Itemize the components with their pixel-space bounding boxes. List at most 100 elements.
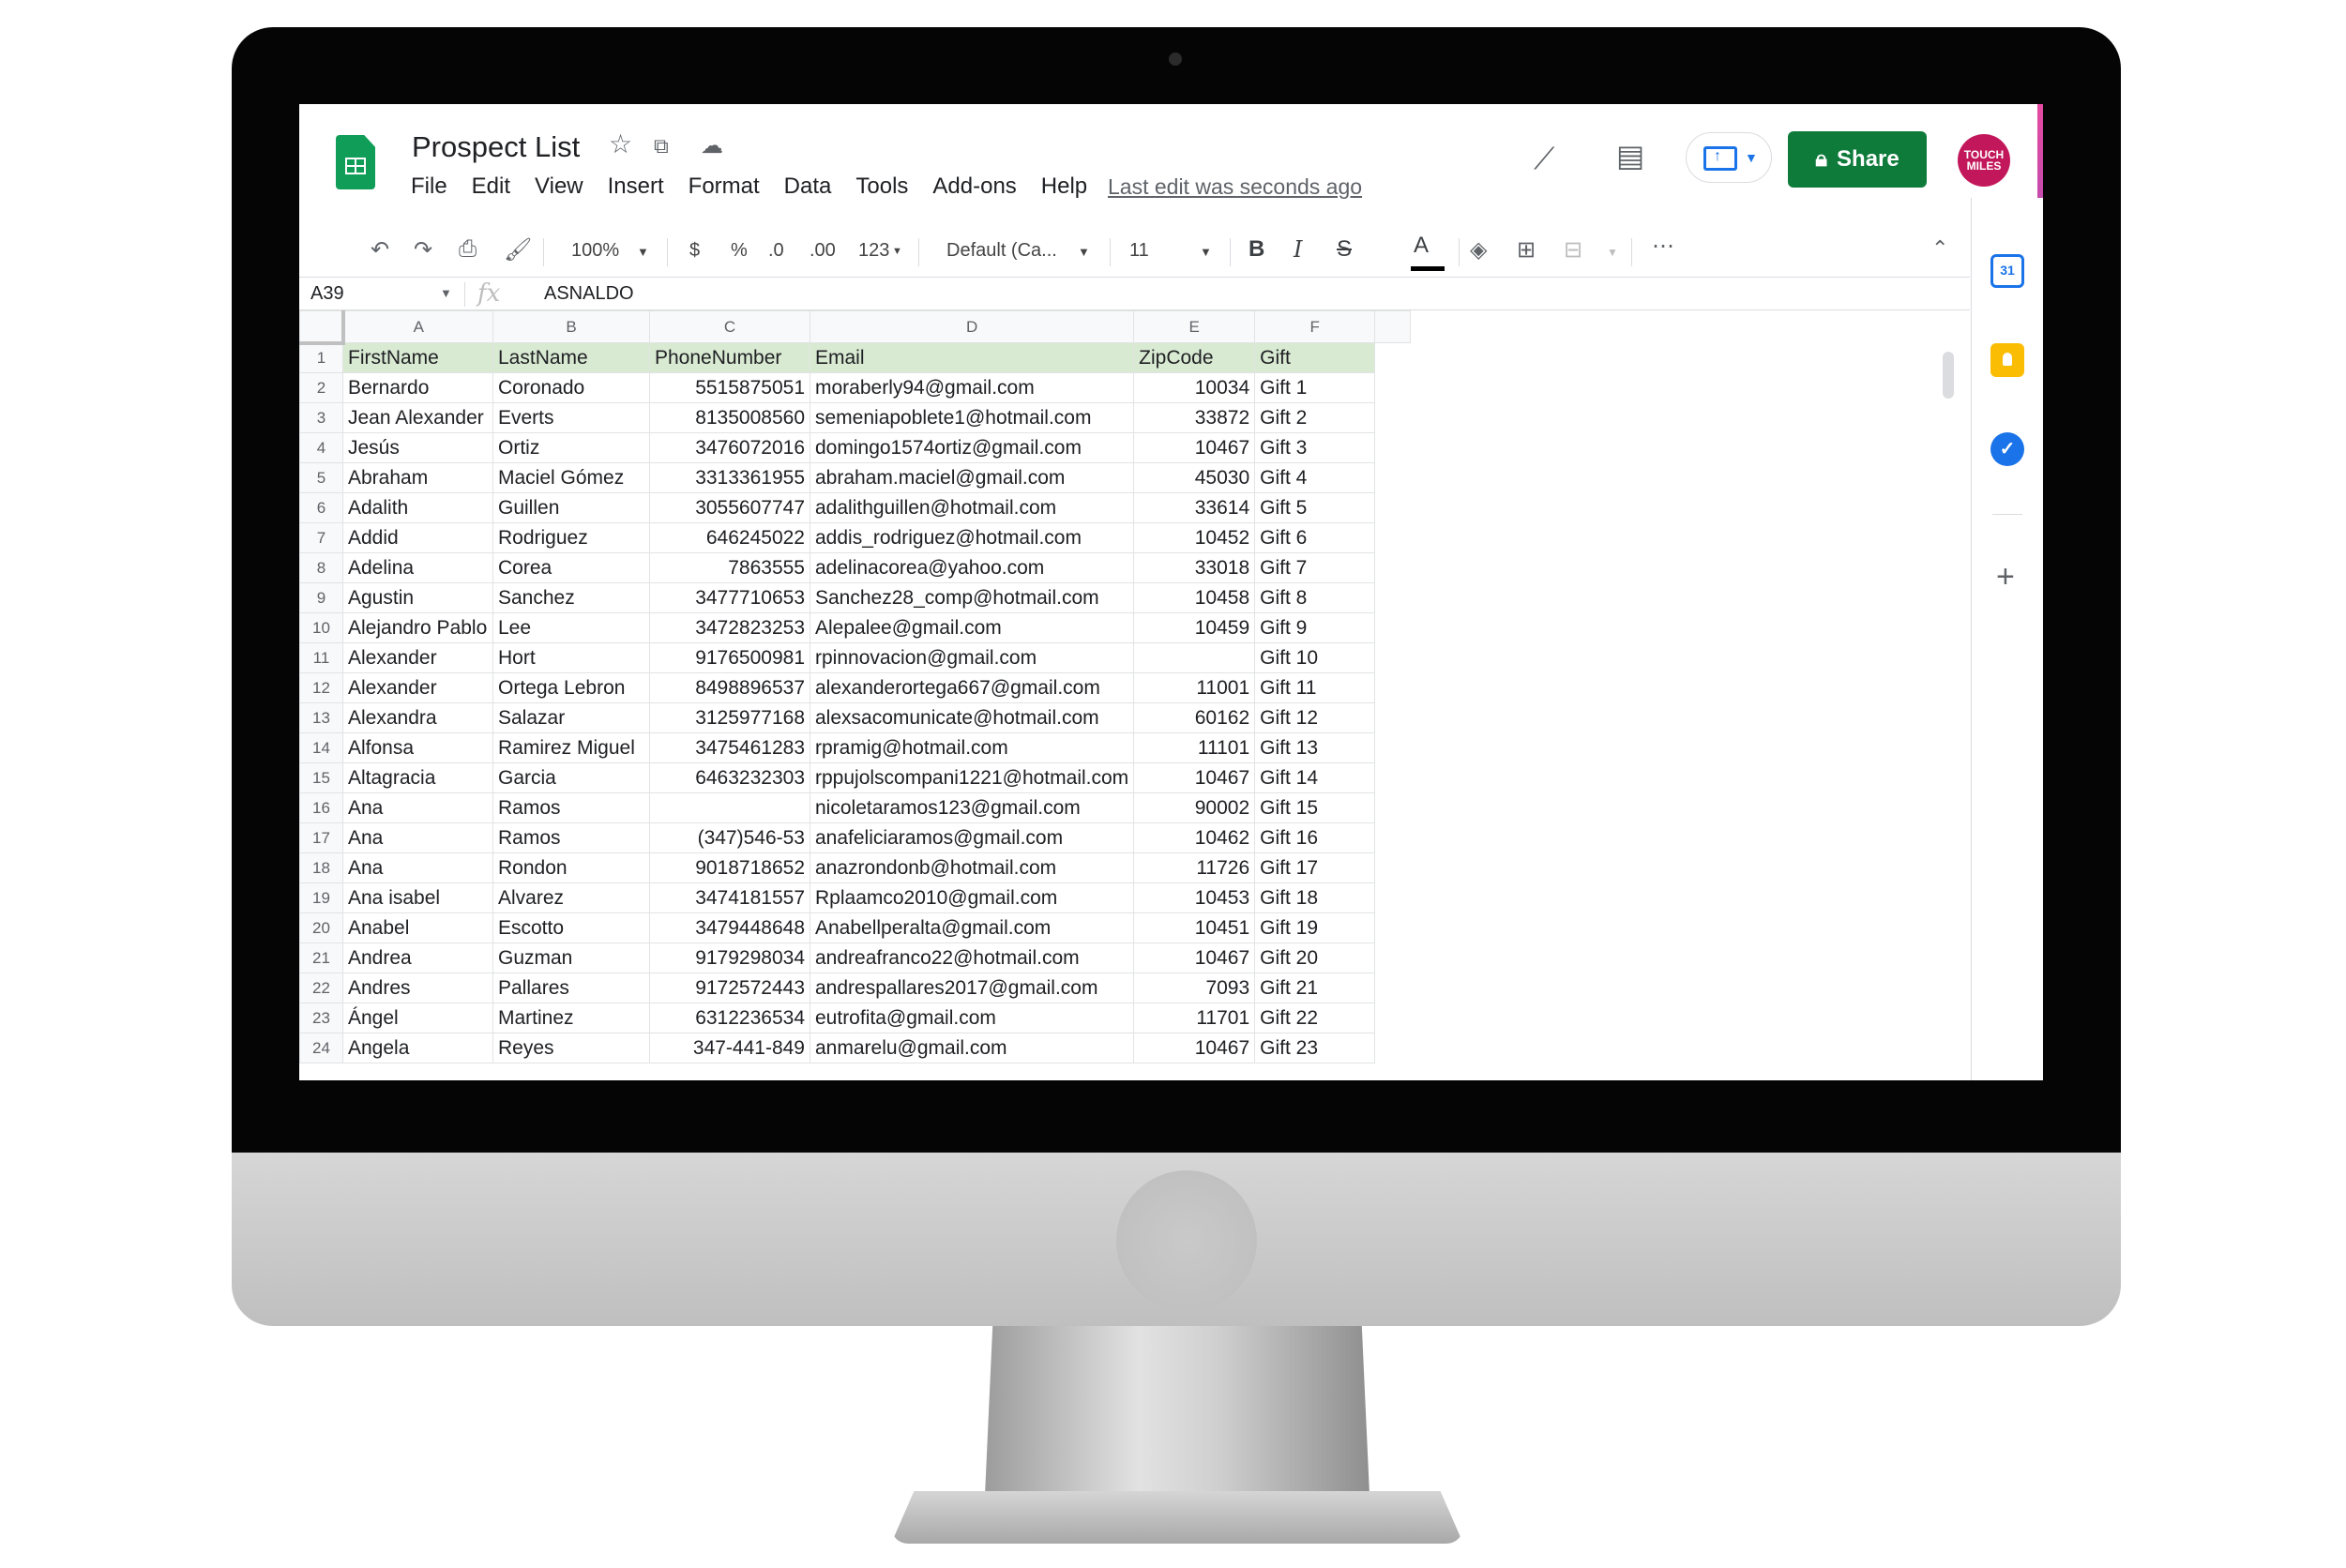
cell[interactable]: Gift 13 [1254, 732, 1376, 763]
cell[interactable]: Gift 23 [1254, 1033, 1376, 1063]
cell[interactable]: Ortiz [492, 432, 650, 463]
cell[interactable]: 11001 [1133, 672, 1256, 703]
cell[interactable]: Adelina [342, 552, 493, 583]
cell[interactable]: Altagracia [342, 762, 493, 793]
cell[interactable]: moraberly94@gmail.com [809, 372, 1135, 403]
cell[interactable]: Alejandro Pablo [342, 612, 493, 643]
cell[interactable]: Garcia [492, 762, 650, 793]
document-title[interactable]: Prospect List [412, 130, 580, 164]
cell[interactable]: 10034 [1133, 372, 1256, 403]
cell[interactable]: andreafranco22@hotmail.com [809, 942, 1135, 973]
cell[interactable]: domingo1574ortiz@gmail.com [809, 432, 1135, 463]
cell[interactable]: 33872 [1133, 402, 1256, 433]
row-number[interactable]: 17 [299, 822, 343, 853]
row-number[interactable]: 10 [299, 612, 343, 643]
cell[interactable]: Alexander [342, 672, 493, 703]
cell[interactable]: Alexander [342, 642, 493, 673]
zoom-select[interactable]: 100% [571, 240, 619, 262]
cell[interactable]: 3479448648 [649, 912, 810, 943]
cell[interactable]: Alvarez [492, 882, 650, 913]
cell[interactable]: Bernardo [342, 372, 493, 403]
add-addon-icon[interactable]: + [1996, 559, 2015, 596]
cell[interactable]: 8498896537 [649, 672, 810, 703]
cell[interactable] [649, 792, 810, 823]
cell[interactable]: Ana [342, 822, 493, 853]
cell[interactable]: Email [809, 342, 1135, 373]
row-number[interactable]: 2 [299, 372, 343, 403]
row-number[interactable]: 6 [299, 492, 343, 523]
cell[interactable]: 33018 [1133, 552, 1256, 583]
cell[interactable]: 9179298034 [649, 942, 810, 973]
cell[interactable]: 45030 [1133, 462, 1256, 493]
cell[interactable]: Angela [342, 1033, 493, 1063]
cell[interactable]: 7863555 [649, 552, 810, 583]
paint-format-icon[interactable]: 🖌︎ [504, 236, 532, 264]
cell[interactable]: 9172572443 [649, 972, 810, 1003]
cell[interactable]: 10451 [1133, 912, 1256, 943]
cell[interactable]: semeniapoblete1@hotmail.com [809, 402, 1135, 433]
cell[interactable]: Gift 15 [1254, 792, 1376, 823]
percent-format-button[interactable]: % [731, 240, 748, 262]
cell[interactable]: Gift 4 [1254, 462, 1376, 493]
cell[interactable]: 10467 [1133, 942, 1256, 973]
keep-icon[interactable] [1990, 343, 2024, 377]
cell[interactable]: Rodriguez [492, 522, 650, 553]
row-number[interactable]: 14 [299, 732, 343, 763]
italic-button[interactable]: I [1294, 236, 1302, 263]
row-number[interactable]: 19 [299, 882, 343, 913]
cell[interactable]: 10462 [1133, 822, 1256, 853]
cell[interactable]: Gift 18 [1254, 882, 1376, 913]
cell[interactable]: Gift 16 [1254, 822, 1376, 853]
cell[interactable]: 60162 [1133, 702, 1256, 733]
font-size-select[interactable]: 11 [1129, 240, 1149, 262]
bold-button[interactable]: B [1249, 236, 1264, 263]
column-header-f[interactable]: F [1254, 310, 1376, 343]
cell[interactable]: 11701 [1133, 1003, 1256, 1033]
cell[interactable]: Corea [492, 552, 650, 583]
cell[interactable]: 3472823253 [649, 612, 810, 643]
cell[interactable]: 10458 [1133, 582, 1256, 613]
cell[interactable]: Alexandra [342, 702, 493, 733]
cell[interactable]: rpramig@hotmail.com [809, 732, 1135, 763]
cell[interactable]: Anabel [342, 912, 493, 943]
cell[interactable]: Agustin [342, 582, 493, 613]
cell[interactable]: 8135008560 [649, 402, 810, 433]
cell[interactable]: Sanchez [492, 582, 650, 613]
cell[interactable]: Andrea [342, 942, 493, 973]
row-number[interactable]: 23 [299, 1003, 343, 1033]
row-number[interactable]: 21 [299, 942, 343, 973]
row-number[interactable]: 8 [299, 552, 343, 583]
more-formats-button[interactable]: 123 [858, 240, 889, 262]
cell[interactable]: 10453 [1133, 882, 1256, 913]
cell[interactable]: PhoneNumber [649, 342, 810, 373]
row-number[interactable]: 24 [299, 1033, 343, 1063]
row-number[interactable]: 18 [299, 852, 343, 883]
cell[interactable]: 10467 [1133, 1033, 1256, 1063]
cell[interactable]: abraham.maciel@gmail.com [809, 462, 1135, 493]
cell[interactable]: Alepalee@gmail.com [809, 612, 1135, 643]
merge-cells-icon[interactable]: ⊟ [1564, 236, 1582, 264]
cell[interactable]: Rplaamco2010@gmail.com [809, 882, 1135, 913]
column-header-e[interactable]: E [1133, 310, 1256, 343]
cell[interactable]: 10467 [1133, 762, 1256, 793]
cell[interactable]: 3475461283 [649, 732, 810, 763]
row-number[interactable]: 3 [299, 402, 343, 433]
cell[interactable]: Ana [342, 852, 493, 883]
more-options-button[interactable]: ⋯ [1652, 233, 1674, 260]
vertical-scrollbar[interactable] [1943, 352, 1954, 399]
cell[interactable]: 6463232303 [649, 762, 810, 793]
cell[interactable]: Alfonsa [342, 732, 493, 763]
cell[interactable]: Coronado [492, 372, 650, 403]
cell[interactable]: Gift 11 [1254, 672, 1376, 703]
cell[interactable]: Everts [492, 402, 650, 433]
cell[interactable] [1133, 642, 1256, 673]
row-number[interactable]: 7 [299, 522, 343, 553]
cell[interactable]: Gift 1 [1254, 372, 1376, 403]
text-color-button[interactable]: A [1414, 233, 1429, 259]
cell[interactable]: Ana [342, 792, 493, 823]
cell[interactable]: 11726 [1133, 852, 1256, 883]
redo-icon[interactable]: ↷ [414, 236, 432, 264]
borders-icon[interactable]: ⊞ [1517, 236, 1536, 264]
cell[interactable]: addis_rodriguez@hotmail.com [809, 522, 1135, 553]
cell[interactable]: 7093 [1133, 972, 1256, 1003]
